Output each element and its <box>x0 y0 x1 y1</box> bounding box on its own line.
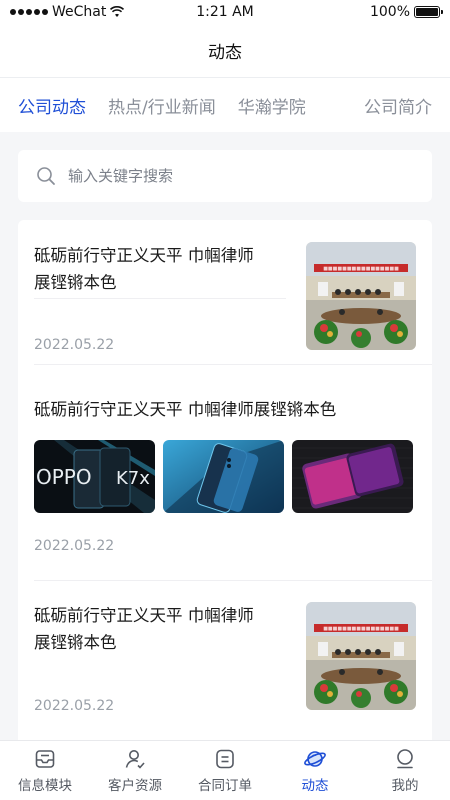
tab-label: 我的 <box>391 778 419 794</box>
article-title-line: 展铿锵本色 <box>34 633 117 652</box>
tab-info-module[interactable]: 信息模块 <box>0 741 90 800</box>
tab-company-intro[interactable]: 公司简介 <box>364 93 432 118</box>
tab-label: 客户资源 <box>108 778 162 794</box>
article-title: 砥砺前行守正义天平 巾帼律师 展铿锵本色 <box>34 242 284 296</box>
article-title-line: 展铿锵本色 <box>34 273 117 292</box>
article-date: 2022.05.22 <box>34 698 115 714</box>
search-input[interactable] <box>68 167 414 185</box>
wifi-icon <box>110 6 125 17</box>
search-icon <box>37 167 55 185</box>
user-check-icon <box>125 750 145 769</box>
list-item[interactable]: 砥砺前行守正义天平 巾帼律师展铿锵本色 OPPO K7x 2022.05.22 <box>34 396 416 566</box>
svg-text:■■■■■■■■■■■■■■■■: ■■■■■■■■■■■■■■■■ <box>323 266 399 272</box>
document-icon <box>216 749 234 769</box>
tab-customers[interactable]: 客户资源 <box>90 741 180 800</box>
tab-academy[interactable]: 华瀚学院 <box>238 93 306 118</box>
status-bar: WeChat 1:21 AM 100% <box>0 0 450 24</box>
tab-company-news[interactable]: 公司动态 <box>18 93 86 118</box>
meeting-photo: ■■■■■■■■■■■■■■■■ <box>306 602 416 710</box>
list-item[interactable]: 砥砺前行守正义天平 巾帼律师 展铿锵本色 ■■■■■■■■■■■■■■■■ 20… <box>34 242 416 353</box>
status-left: WeChat <box>10 4 125 20</box>
tab-feed[interactable]: 动态 <box>270 741 360 800</box>
bottom-tab-bar: 信息模块 客户资源 合同订单 动态 我的 <box>0 740 450 800</box>
signal-icon <box>10 9 48 15</box>
nav-bar: 动态 <box>0 24 450 78</box>
search-bar[interactable] <box>18 150 432 202</box>
article-date: 2022.05.22 <box>34 337 115 353</box>
tab-industry-news[interactable]: 热点/行业新闻 <box>108 93 216 118</box>
divider <box>34 364 432 365</box>
svg-text:■■■■■■■■■■■■■■■■: ■■■■■■■■■■■■■■■■ <box>323 626 399 632</box>
tab-contracts[interactable]: 合同订单 <box>180 741 270 800</box>
inbox-icon <box>35 750 55 768</box>
oppo-k7x-phone-photo: OPPO K7x <box>34 440 155 513</box>
blue-phone-photo <box>163 440 284 513</box>
svg-text:OPPO: OPPO <box>36 465 92 489</box>
tab-label: 合同订单 <box>198 778 252 794</box>
svg-text:K7x: K7x <box>116 468 150 489</box>
battery-icon <box>414 6 443 18</box>
battery-percent: 100% <box>369 4 410 20</box>
article-title-line: 砥砺前行守正义天平 巾帼律师 <box>34 606 254 625</box>
category-tabs: 公司动态 热点/行业新闻 华瀚学院 公司简介 <box>0 78 450 132</box>
purple-phone-photo <box>292 440 413 513</box>
article-date: 2022.05.22 <box>34 538 115 554</box>
list-item[interactable]: 砥砺前行守正义天平 巾帼律师 展铿锵本色 ■■■■■■■■■■■■■■■■ 20… <box>34 602 416 714</box>
article-title: 砥砺前行守正义天平 巾帼律师展铿锵本色 <box>34 400 337 419</box>
article-list: 砥砺前行守正义天平 巾帼律师 展铿锵本色 ■■■■■■■■■■■■■■■■ 20… <box>18 220 432 760</box>
tab-label: 动态 <box>301 778 329 794</box>
carrier-label: WeChat <box>52 4 107 20</box>
meeting-photo: ■■■■■■■■■■■■■■■■ <box>306 242 416 350</box>
page-title: 动态 <box>208 43 242 63</box>
article-title-line: 砥砺前行守正义天平 巾帼律师 <box>34 246 254 265</box>
tab-label: 信息模块 <box>18 778 72 794</box>
article-title: 砥砺前行守正义天平 巾帼律师 展铿锵本色 <box>34 602 284 656</box>
planet-icon <box>304 751 326 767</box>
image-row: OPPO K7x <box>34 440 416 513</box>
divider <box>34 580 432 581</box>
status-right: 100% <box>369 4 443 20</box>
tab-mine[interactable]: 我的 <box>360 741 450 800</box>
profile-icon <box>397 749 413 769</box>
divider <box>34 298 286 299</box>
